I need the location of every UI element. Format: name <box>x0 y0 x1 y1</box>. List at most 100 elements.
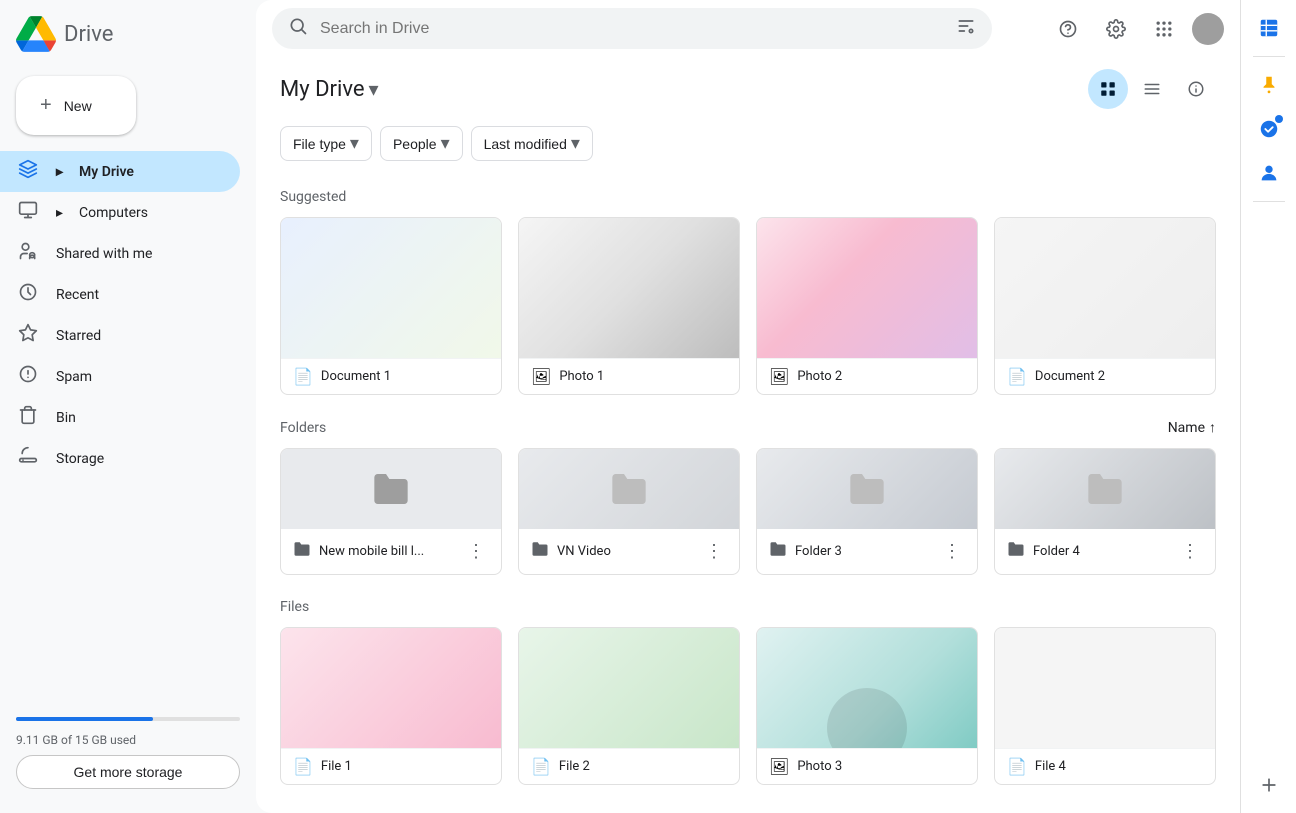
file-thumbnail <box>281 628 501 748</box>
people-filter-arrow-icon: ▾ <box>441 133 450 154</box>
drive-title-chevron-icon: ▾ <box>369 77 379 101</box>
recent-icon <box>16 282 40 307</box>
expand-panel-button[interactable] <box>1249 765 1289 805</box>
sidebar-item-bin[interactable]: Bin <box>0 397 240 438</box>
file-type-icon: 📄 <box>531 757 551 776</box>
plus-icon: + <box>40 94 52 117</box>
computers-icon <box>16 200 40 225</box>
sidebar-item-recent[interactable]: Recent <box>0 274 240 315</box>
apps-button[interactable] <box>1144 9 1184 49</box>
sidebar-item-shared[interactable]: Shared with me <box>0 233 240 274</box>
help-button[interactable] <box>1048 9 1088 49</box>
doc-icon: 📄 <box>1007 367 1027 386</box>
main-area: My Drive ▾ File type ▾ People ▾ Last mod… <box>256 0 1240 813</box>
google-keep-icon-btn[interactable] <box>1249 65 1289 105</box>
folder-more-button[interactable]: ⋮ <box>701 537 727 566</box>
sort-label-text: Name <box>1168 420 1205 436</box>
drive-title-text: My Drive <box>280 77 365 102</box>
drive-title-area[interactable]: My Drive ▾ <box>280 77 379 102</box>
folder-card[interactable]: Folder 4 ⋮ <box>994 448 1216 575</box>
folder-card[interactable]: VN Video ⋮ <box>518 448 740 575</box>
people-filter[interactable]: People ▾ <box>380 126 463 161</box>
last-modified-filter[interactable]: Last modified ▾ <box>471 126 593 161</box>
folder-icon <box>769 540 787 563</box>
google-sheets-icon-btn[interactable] <box>1249 8 1289 48</box>
sidebar-item-my-drive-label: My Drive <box>79 164 134 180</box>
file-thumbnail <box>995 628 1215 748</box>
card-thumbnail <box>519 218 739 358</box>
sort-arrow-icon: ↑ <box>1209 419 1216 436</box>
folder-name: New mobile bill l... <box>319 544 455 559</box>
file-type-filter[interactable]: File type ▾ <box>280 126 372 161</box>
doc-icon: 📄 <box>293 367 313 386</box>
file-type-icon: 📄 <box>293 757 313 776</box>
file-thumbnail <box>757 628 977 748</box>
folder-footer: VN Video ⋮ <box>519 529 739 574</box>
file-type-icon: 🖼 <box>769 757 789 776</box>
settings-button[interactable] <box>1096 9 1136 49</box>
people-filter-label: People <box>393 136 437 152</box>
grid-view-button[interactable] <box>1088 69 1128 109</box>
folders-grid: New mobile bill l... ⋮ VN Video ⋮ <box>280 448 1216 575</box>
google-contacts-icon-btn[interactable] <box>1249 153 1289 193</box>
shared-icon <box>16 241 40 266</box>
new-button[interactable]: + New <box>16 76 136 135</box>
folder-thumbnail <box>281 449 501 529</box>
folder-footer: Folder 3 ⋮ <box>757 529 977 574</box>
folder-card[interactable]: New mobile bill l... ⋮ <box>280 448 502 575</box>
sidebar-item-my-drive[interactable]: ▸ My Drive <box>0 151 240 192</box>
sidebar-item-computers-label: Computers <box>79 205 148 221</box>
file-footer: 🖼 Photo 3 <box>757 748 977 784</box>
sidebar-item-computers[interactable]: ▸ Computers <box>0 192 240 233</box>
file-card[interactable]: 🖼 Photo 3 <box>756 627 978 785</box>
card-name: Document 1 <box>321 369 489 384</box>
suggested-card[interactable]: 🖼 Photo 2 <box>756 217 978 395</box>
storage-used-text: 9.11 GB of 15 GB used <box>16 733 240 747</box>
search-input[interactable] <box>320 20 944 38</box>
file-footer: 📄 File 2 <box>519 748 739 784</box>
bin-icon <box>16 405 40 430</box>
folder-icon <box>293 540 311 563</box>
folder-card[interactable]: Folder 3 ⋮ <box>756 448 978 575</box>
folder-name: Folder 4 <box>1033 544 1169 559</box>
suggested-card[interactable]: 🖼 Photo 1 <box>518 217 740 395</box>
card-name: Photo 2 <box>797 369 965 384</box>
folder-more-button[interactable]: ⋮ <box>1177 537 1203 566</box>
folder-more-button[interactable]: ⋮ <box>939 537 965 566</box>
search-icon <box>288 16 308 41</box>
card-name: Document 2 <box>1035 369 1203 384</box>
card-thumbnail <box>757 218 977 358</box>
sidebar-item-storage-label: Storage <box>56 451 104 467</box>
folder-icon <box>1007 540 1025 563</box>
file-card[interactable]: 📄 File 2 <box>518 627 740 785</box>
search-filter-icon[interactable] <box>956 16 976 41</box>
file-card[interactable]: 📄 File 4 <box>994 627 1216 785</box>
avatar[interactable] <box>1192 13 1224 45</box>
sidebar-item-shared-label: Shared with me <box>56 246 152 262</box>
folder-more-button[interactable]: ⋮ <box>463 537 489 566</box>
suggested-card[interactable]: 📄 Document 2 <box>994 217 1216 395</box>
file-name: File 4 <box>1035 759 1203 774</box>
file-card[interactable]: 📄 File 1 <box>280 627 502 785</box>
search-bar <box>272 8 992 49</box>
google-tasks-icon-btn[interactable] <box>1249 109 1289 149</box>
sidebar-item-starred-label: Starred <box>56 328 101 344</box>
suggested-card[interactable]: 📄 Document 1 <box>280 217 502 395</box>
drive-header: My Drive ▾ <box>256 57 1240 118</box>
info-button[interactable] <box>1176 69 1216 109</box>
suggested-grid: 📄 Document 1 🖼 Photo 1 🖼 Photo 2 <box>280 217 1216 395</box>
suggested-section-label: Suggested <box>280 189 1216 205</box>
sort-button[interactable]: Name ↑ <box>1168 419 1216 436</box>
file-footer: 📄 File 4 <box>995 748 1215 784</box>
folder-footer: New mobile bill l... ⋮ <box>281 529 501 574</box>
sidebar-item-starred[interactable]: Starred <box>0 315 240 356</box>
get-more-storage-button[interactable]: Get more storage <box>16 755 240 789</box>
top-bar-actions <box>1048 9 1224 49</box>
image-icon: 🖼 <box>531 367 551 386</box>
list-view-button[interactable] <box>1132 69 1172 109</box>
sidebar-item-spam[interactable]: Spam <box>0 356 240 397</box>
sidebar-item-storage[interactable]: Storage <box>0 438 240 479</box>
folders-header: Folders Name ↑ <box>280 419 1216 436</box>
new-button-wrap: + New <box>0 68 256 151</box>
spam-icon <box>16 364 40 389</box>
